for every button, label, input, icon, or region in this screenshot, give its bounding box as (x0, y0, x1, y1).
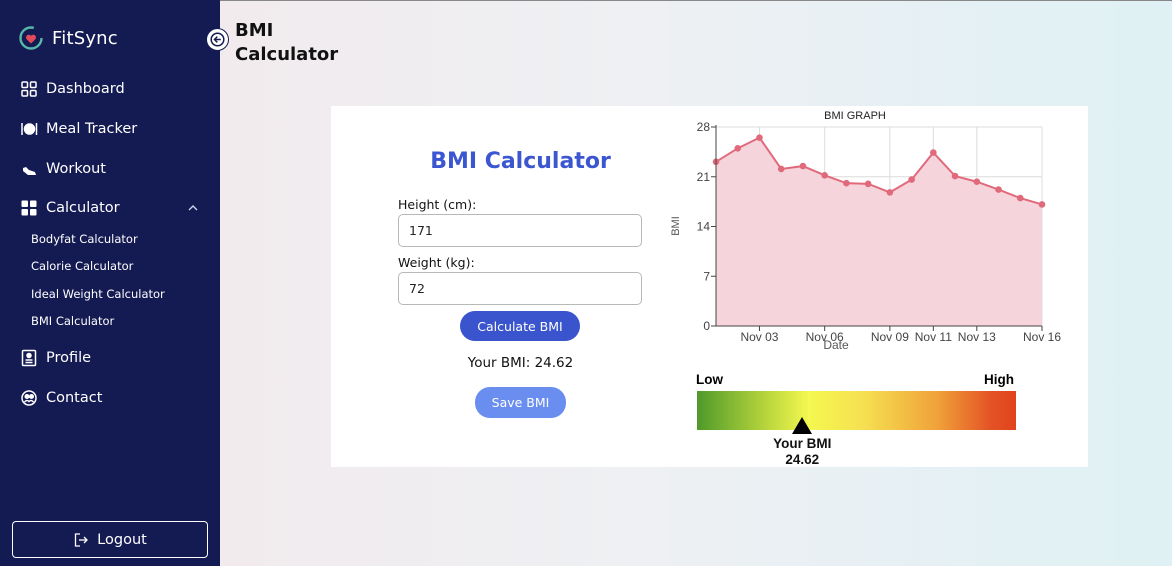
page-title: BMI Calculator (235, 20, 339, 65)
data-point (843, 179, 850, 187)
sidebar-item-label: Meal Tracker (46, 121, 138, 137)
sidebar-item-meal-tracker[interactable]: Meal Tracker (20, 120, 137, 138)
sidebar-subitem-ideal-weight[interactable]: Ideal Weight Calculator (31, 287, 165, 301)
arrow-left-icon (210, 32, 225, 47)
sidebar-item-label: Profile (46, 350, 92, 366)
x-tick-label: Nov 03 (740, 330, 778, 344)
chevron-up-icon[interactable] (187, 203, 199, 213)
sidebar-item-calculator[interactable]: Calculator (20, 199, 120, 217)
x-tick-label: Nov 09 (871, 330, 909, 344)
sidebar-item-workout[interactable]: Workout (20, 160, 106, 178)
sidebar-subitem-calorie[interactable]: Calorie Calculator (31, 259, 133, 273)
grid-icon (21, 81, 37, 97)
app-name: FitSync (52, 27, 118, 49)
logout-button[interactable]: Logout (12, 521, 208, 558)
data-point (886, 189, 894, 196)
sidebar-item-label: Contact (46, 390, 103, 406)
x-tick-label: Nov 11 (915, 330, 952, 344)
data-point (777, 165, 785, 173)
data-point (1016, 194, 1024, 202)
data-point (1038, 201, 1046, 208)
sidebar: FitSync Dashboard Meal Tracker Workout C… (0, 0, 220, 566)
logout-icon (75, 532, 89, 547)
x-tick-label: Nov 13 (958, 330, 996, 344)
sidebar-item-dashboard[interactable]: Dashboard (20, 80, 125, 98)
sidebar-item-profile[interactable]: Profile (20, 349, 91, 367)
sidebar-item-contact[interactable]: Contact (20, 389, 102, 407)
collapse-sidebar-button[interactable] (206, 28, 229, 51)
data-point (821, 172, 828, 179)
sidebar-item-label: Calculator (46, 200, 120, 216)
y-tick-label: 21 (697, 170, 711, 184)
data-point (908, 176, 915, 183)
logout-label: Logout (97, 531, 147, 548)
bmi-graph: BMI GRAPH07142128Nov 03 Nov 06 Nov 09 Nov 1… (670, 110, 1061, 352)
sidebar-item-label: Workout (46, 161, 106, 177)
data-point (756, 134, 763, 141)
data-point (734, 145, 742, 152)
brand[interactable]: FitSync (18, 25, 118, 51)
x-tick-label: Nov 16 (1023, 330, 1061, 344)
data-point (799, 162, 807, 170)
chart-title: BMI GRAPH (824, 110, 886, 122)
shoe-icon (23, 167, 36, 175)
data-point (995, 186, 1002, 193)
heart-sync-icon (19, 26, 43, 50)
calculator-icon (21, 200, 37, 216)
y-tick-label: 0 (703, 319, 710, 333)
data-point (864, 180, 872, 188)
plate-cutlery-icon (21, 123, 38, 135)
data-point (930, 149, 937, 156)
profile-card-icon (21, 349, 37, 367)
y-tick-label: 28 (697, 120, 711, 134)
data-point (951, 172, 959, 180)
sidebar-subitem-bodyfat[interactable]: Bodyfat Calculator (31, 232, 138, 246)
x-axis-label: Date (823, 338, 849, 352)
y-axis-label: BMI (670, 216, 682, 236)
data-point (973, 178, 981, 186)
sidebar-item-label: Dashboard (46, 81, 125, 97)
y-tick-label: 7 (703, 269, 710, 283)
series-area (716, 137, 1042, 326)
contact-users-icon (21, 390, 37, 406)
y-tick-label: 14 (697, 220, 711, 234)
sidebar-subitem-bmi[interactable]: BMI Calculator (31, 314, 114, 328)
